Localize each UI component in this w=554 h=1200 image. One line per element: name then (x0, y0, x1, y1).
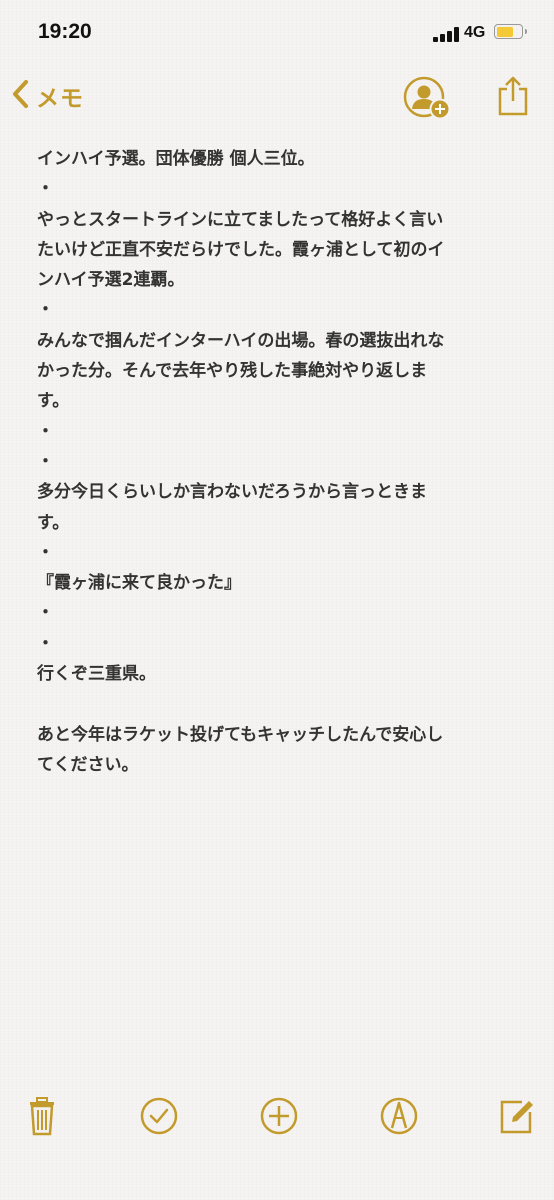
network-type: 4G (464, 24, 486, 41)
note-line: てください。 (37, 754, 139, 775)
note-line: ・ (37, 300, 54, 321)
add-people-button[interactable] (403, 76, 453, 122)
note-line: やっとスタートラインに立てましたって格好よく言い (37, 209, 444, 230)
note-line: インハイ予選。団体優勝 個人三位。 (37, 149, 315, 169)
status-bar: 19:20 4G (0, 0, 554, 70)
note-line: みんなで掴んだインターハイの出場。春の選抜出れな (37, 330, 445, 351)
cellular-signal-icon (433, 27, 460, 42)
markup-button[interactable] (377, 1094, 421, 1138)
note-body[interactable]: インハイ予選。団体優勝 個人三位。・やっとスタートラインに立てましたって格好よく… (37, 144, 537, 780)
checklist-button[interactable] (137, 1094, 181, 1138)
note-line: 『霞ヶ浦に来て良かった』 (37, 573, 241, 594)
chevron-left-icon (12, 79, 30, 113)
note-line: ・ (37, 603, 54, 624)
add-button[interactable] (257, 1094, 301, 1138)
navigation-bar: メモ (0, 70, 554, 126)
battery-icon (494, 24, 527, 39)
trash-icon (30, 1097, 54, 1136)
add-icon (260, 1097, 298, 1135)
note-line (37, 689, 537, 719)
note-line: かった分。そんで去年やり残した事絶対やり返しま (37, 361, 428, 382)
compose-icon (500, 1100, 533, 1134)
note-line: ・ (37, 421, 54, 442)
bottom-toolbar (0, 1090, 554, 1150)
note-line: ・ (37, 179, 54, 200)
back-label: メモ (36, 86, 84, 112)
back-button[interactable]: メモ (12, 78, 84, 114)
add-person-icon (403, 76, 451, 120)
compose-button[interactable] (494, 1094, 538, 1138)
note-line: ンハイ予選2連覇。 (37, 270, 185, 291)
note-line: 行くぞ三重県。 (37, 664, 156, 685)
note-line: 多分今日くらいしか言わないだろうから言っときま (37, 482, 427, 503)
note-line: ・ (37, 542, 54, 563)
battery-level (496, 26, 514, 37)
note-line: す。 (37, 512, 70, 533)
note-line: ・ (37, 633, 54, 654)
delete-button[interactable] (20, 1094, 64, 1138)
note-line: たいけど正直不安だらけでした。霞ヶ浦として初のイ (37, 239, 445, 260)
status-time: 19:20 (38, 20, 92, 43)
share-icon (498, 76, 528, 116)
note-line: す。 (37, 391, 70, 412)
note-line: ・ (37, 451, 54, 472)
checklist-icon (140, 1097, 178, 1135)
note-line: あと今年はラケット投げてもキャッチしたんで安心し (37, 724, 444, 745)
markup-icon (380, 1097, 418, 1135)
share-button[interactable] (496, 74, 530, 118)
